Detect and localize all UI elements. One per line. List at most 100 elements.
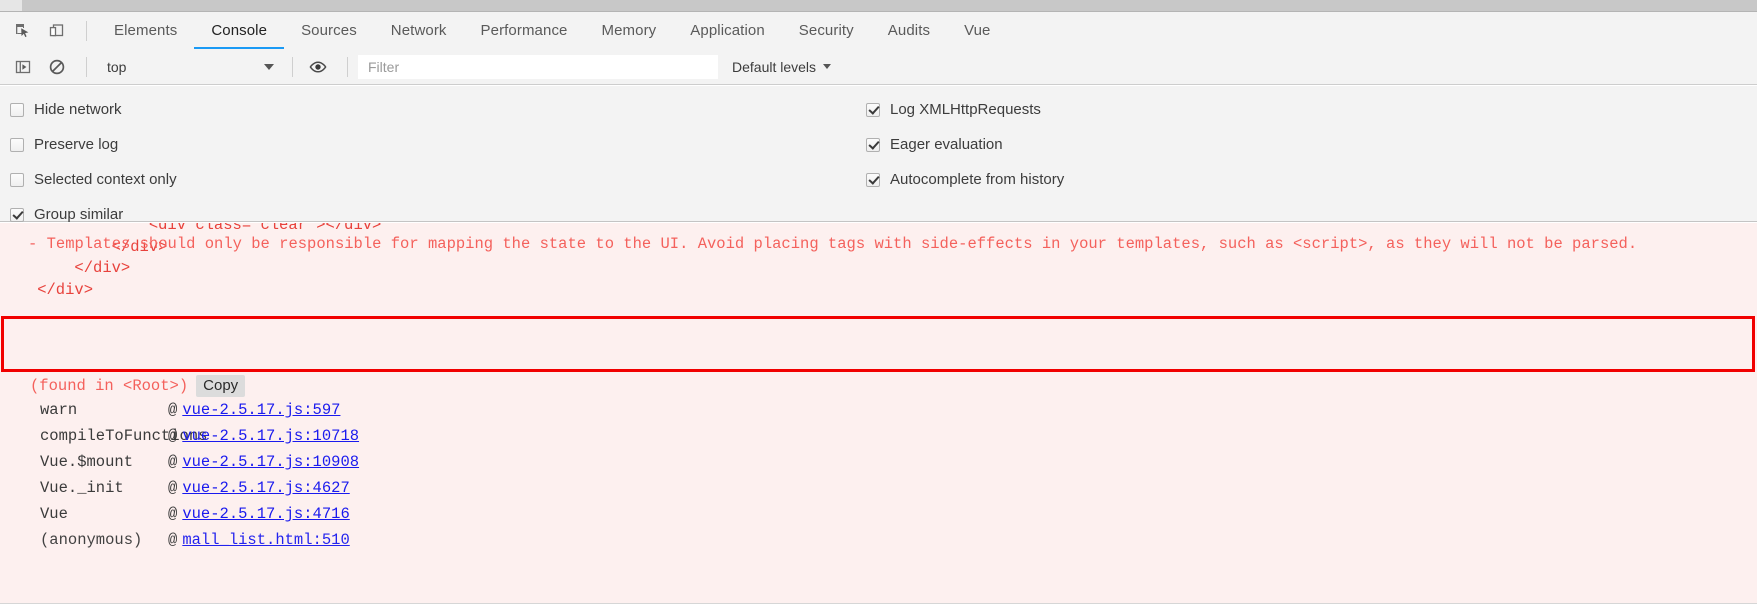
stack-frame-at: @ xyxy=(168,531,178,549)
tab-label: Console xyxy=(211,22,268,39)
console-sidebar-icon[interactable] xyxy=(8,53,38,81)
filter-input[interactable] xyxy=(358,54,718,79)
setting-label: Eager evaluation xyxy=(890,136,1003,153)
found-in-text: (found in <Root>) xyxy=(30,377,189,396)
tab-label: Sources xyxy=(301,22,357,39)
tab-label: Vue xyxy=(964,22,991,39)
setting-label: Autocomplete from history xyxy=(890,171,1065,188)
settings-column-right: Log XMLHttpRequests Eager evaluation Aut… xyxy=(866,92,1064,197)
stack-frame-row[interactable]: warn @ vue-2.5.17.js:597 xyxy=(0,401,1757,427)
stack-frame-row[interactable]: Vue @ vue-2.5.17.js:4716 xyxy=(0,505,1757,531)
checkbox-icon[interactable] xyxy=(10,172,24,187)
stack-frame-row[interactable]: Vue._init @ vue-2.5.17.js:4627 xyxy=(0,479,1757,505)
devtools-window: Elements Console Sources Network Perform… xyxy=(0,0,1757,607)
setting-label: Hide network xyxy=(34,101,122,118)
stack-frame-at: @ xyxy=(168,401,178,419)
execution-context-select[interactable]: top xyxy=(97,54,282,80)
chevron-down-icon xyxy=(264,63,274,70)
setting-eager-evaluation[interactable]: Eager evaluation xyxy=(866,127,1064,162)
setting-label: Selected context only xyxy=(34,171,177,188)
stack-frame-at: @ xyxy=(168,427,178,445)
setting-log-xmlhttprequests[interactable]: Log XMLHttpRequests xyxy=(866,92,1064,127)
tab-label: Audits xyxy=(887,22,931,39)
snippet-line: <div class="clear"></div> xyxy=(0,223,382,234)
stack-frame-source-link[interactable]: vue-2.5.17.js:10908 xyxy=(182,453,359,471)
console-message-area[interactable]: <div class="clear"></div> </div> </div> … xyxy=(0,223,1757,607)
tab-sources[interactable]: Sources xyxy=(284,12,374,49)
settings-column-left: Hide network Preserve log Selected conte… xyxy=(10,92,177,232)
checkbox-icon[interactable] xyxy=(10,137,24,152)
console-toolbar: top Default levels xyxy=(0,49,1757,85)
stack-frame-function: Vue xyxy=(40,505,68,523)
tab-security[interactable]: Security xyxy=(782,12,871,49)
found-in-row: (found in <Root>) Copy xyxy=(30,375,246,398)
stack-frame-row[interactable]: (anonymous) @ mall_list.html:510 xyxy=(0,531,1757,557)
stack-frame-source-link[interactable]: vue-2.5.17.js:10718 xyxy=(182,427,359,445)
tab-label: Memory xyxy=(601,22,657,39)
setting-hide-network[interactable]: Hide network xyxy=(10,92,177,127)
tab-memory[interactable]: Memory xyxy=(585,12,674,49)
tab-vue[interactable]: Vue xyxy=(947,12,1007,49)
console-settings-panel: Hide network Preserve log Selected conte… xyxy=(0,86,1757,223)
stack-frame-at: @ xyxy=(168,505,178,523)
clear-console-icon[interactable] xyxy=(42,53,72,81)
log-levels-select[interactable]: Default levels xyxy=(732,58,832,75)
tab-audits[interactable]: Audits xyxy=(871,12,947,49)
checkbox-checked-icon[interactable] xyxy=(10,207,24,222)
stack-frame-function: Vue._init xyxy=(40,479,124,497)
checkbox-checked-icon[interactable] xyxy=(866,172,880,187)
console-toolbar-divider-1 xyxy=(86,56,87,77)
tab-elements[interactable]: Elements xyxy=(97,12,194,49)
setting-label: Preserve log xyxy=(34,136,119,153)
warning-highlight-box xyxy=(1,316,1755,372)
stack-frame-source-link[interactable]: vue-2.5.17.js:597 xyxy=(182,401,340,419)
tab-label: Application xyxy=(690,22,765,39)
tab-label: Performance xyxy=(480,22,568,39)
console-toolbar-divider-2 xyxy=(292,56,293,77)
live-expression-eye-icon[interactable] xyxy=(303,53,333,81)
console-toolbar-divider-3 xyxy=(347,56,348,77)
snippet-line: </div> xyxy=(0,259,131,278)
stack-frame-function: (anonymous) xyxy=(40,531,143,549)
tab-console[interactable]: Console xyxy=(194,12,284,50)
checkbox-checked-icon[interactable] xyxy=(866,102,880,117)
log-levels-label: Default levels xyxy=(732,58,817,75)
stack-frame-function: warn xyxy=(40,401,78,419)
devtools-tabbar: Elements Console Sources Network Perform… xyxy=(0,12,1757,50)
stack-trace: warn @ vue-2.5.17.js:597 compileToFuncti… xyxy=(0,401,1757,557)
chevron-down-icon xyxy=(823,64,832,69)
tab-application[interactable]: Application xyxy=(673,12,781,49)
checkbox-checked-icon[interactable] xyxy=(866,137,880,152)
browser-tab-nub xyxy=(0,0,22,11)
devtools-tab-list: Elements Console Sources Network Perform… xyxy=(97,12,1008,50)
devtools-tool-icons xyxy=(0,12,97,49)
stack-frame-at: @ xyxy=(168,453,178,471)
device-toolbar-icon[interactable] xyxy=(42,17,72,45)
copy-button[interactable]: Copy xyxy=(196,375,246,398)
setting-label: Log XMLHttpRequests xyxy=(890,101,1041,118)
setting-selected-context-only[interactable]: Selected context only xyxy=(10,162,177,197)
setting-autocomplete-from-history[interactable]: Autocomplete from history xyxy=(866,162,1064,197)
tab-label: Security xyxy=(798,22,854,39)
stack-frame-at: @ xyxy=(168,479,178,497)
setting-preserve-log[interactable]: Preserve log xyxy=(10,127,177,162)
inspect-element-icon[interactable] xyxy=(8,17,38,45)
tab-label: Network xyxy=(390,22,447,39)
stack-frame-source-link[interactable]: mall_list.html:510 xyxy=(182,531,349,549)
stack-frame-source-link[interactable]: vue-2.5.17.js:4627 xyxy=(182,479,349,497)
execution-context-value: top xyxy=(107,58,127,75)
browser-chrome-strip xyxy=(0,0,1757,12)
snippet-line: </div> xyxy=(0,280,94,299)
checkbox-icon[interactable] xyxy=(10,102,24,117)
warning-message: - Templates should only be responsible f… xyxy=(28,235,1638,253)
stack-frame-function: compileToFunctions xyxy=(40,427,208,445)
stack-frame-source-link[interactable]: vue-2.5.17.js:4716 xyxy=(182,505,349,523)
stack-frame-row[interactable]: Vue.$mount @ vue-2.5.17.js:10908 xyxy=(0,453,1757,479)
toolbar-divider xyxy=(86,20,87,41)
stack-frame-function: Vue.$mount xyxy=(40,453,134,471)
tab-network[interactable]: Network xyxy=(374,12,464,49)
stack-frame-row[interactable]: compileToFunctions @ vue-2.5.17.js:10718 xyxy=(0,427,1757,453)
tab-performance[interactable]: Performance xyxy=(464,12,585,49)
console-bottom-edge xyxy=(0,603,1757,607)
setting-label: Group similar xyxy=(34,206,124,223)
